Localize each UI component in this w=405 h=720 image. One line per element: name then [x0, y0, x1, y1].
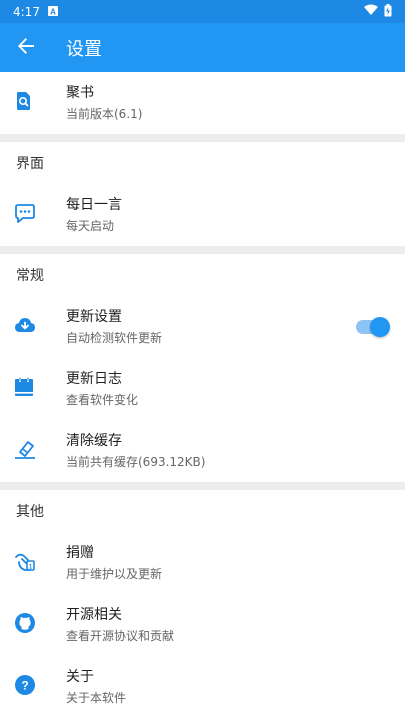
arrow-back-icon — [17, 37, 35, 59]
divider — [0, 246, 405, 254]
a-letter-icon: A — [47, 5, 58, 19]
clear-cache-subtitle: 当前共有缓存(693.12KB) — [66, 455, 206, 469]
calendar-icon — [14, 377, 34, 401]
app-info-item[interactable]: 聚书 当前版本(6.1) — [0, 72, 405, 134]
daily-quote-subtitle: 每天启动 — [66, 219, 115, 233]
book-search-icon — [14, 91, 34, 115]
page-title: 设置 — [66, 38, 102, 60]
toggle-knob — [370, 317, 390, 337]
about-title: 关于 — [66, 669, 94, 685]
section-general: 常规 更新设置 自动检测软件更新 更新日志 查看软件变化 清除缓存 当前共有缓存… — [0, 254, 405, 482]
chat-bubble-icon — [14, 203, 36, 227]
github-icon — [14, 612, 36, 638]
changelog-subtitle: 查看软件变化 — [66, 393, 139, 407]
open-source-subtitle: 查看开源协议和贡献 — [66, 629, 175, 643]
app-name: 聚书 — [66, 85, 94, 101]
status-bar: 4:17 A — [0, 0, 405, 23]
eraser-icon — [14, 439, 36, 463]
update-settings-item[interactable]: 更新设置 自动检测软件更新 — [0, 296, 405, 358]
svg-text:?: ? — [21, 679, 28, 693]
donate-hand-icon: 1 — [14, 550, 36, 576]
donate-item[interactable]: 1 捐赠 用于维护以及更新 — [0, 532, 405, 594]
daily-quote-title: 每日一言 — [66, 197, 122, 213]
update-settings-subtitle: 自动检测软件更新 — [66, 331, 163, 345]
app-bar: 设置 — [0, 23, 405, 72]
daily-quote-item[interactable]: 每日一言 每天启动 — [0, 184, 405, 246]
cloud-download-icon — [14, 316, 36, 338]
status-time: 4:17 — [13, 4, 40, 19]
wifi-icon — [364, 4, 378, 19]
back-button[interactable] — [14, 36, 38, 60]
donate-title: 捐赠 — [66, 545, 94, 561]
section-other: 其他 1 捐赠 用于维护以及更新 开源相关 查看开源协议和贡献 ? 关于 关于本… — [0, 490, 405, 720]
auto-update-toggle[interactable] — [356, 317, 390, 337]
changelog-item[interactable]: 更新日志 查看软件变化 — [0, 358, 405, 420]
app-info-card: 聚书 当前版本(6.1) — [0, 72, 405, 134]
clear-cache-title: 清除缓存 — [66, 433, 122, 449]
open-source-title: 开源相关 — [66, 607, 122, 623]
about-item[interactable]: ? 关于 关于本软件 — [0, 656, 405, 718]
open-source-item[interactable]: 开源相关 查看开源协议和贡献 — [0, 594, 405, 656]
donate-subtitle: 用于维护以及更新 — [66, 567, 163, 581]
app-version: 当前版本(6.1) — [66, 107, 143, 121]
clear-cache-item[interactable]: 清除缓存 当前共有缓存(693.12KB) — [0, 420, 405, 482]
divider — [0, 134, 405, 142]
changelog-title: 更新日志 — [66, 371, 122, 387]
update-settings-title: 更新设置 — [66, 309, 122, 325]
divider — [0, 482, 405, 490]
section-header-general: 常规 — [16, 268, 44, 284]
about-subtitle: 关于本软件 — [66, 691, 127, 705]
help-circle-icon: ? — [14, 674, 36, 700]
svg-text:A: A — [50, 7, 56, 16]
section-header-other: 其他 — [16, 504, 44, 520]
section-header-interface: 界面 — [16, 156, 44, 172]
section-interface: 界面 每日一言 每天启动 — [0, 142, 405, 246]
battery-charging-icon — [384, 3, 392, 20]
